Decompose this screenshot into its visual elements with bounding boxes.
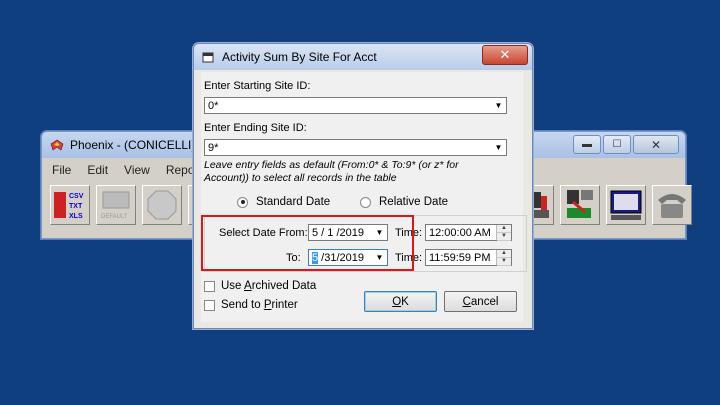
dialog-app-icon	[202, 52, 214, 63]
spin-up-icon[interactable]: ▲	[497, 250, 511, 258]
dialog-body: Enter Starting Site ID: 0* ▼ Enter Endin…	[201, 72, 527, 322]
phoenix-logo-icon	[50, 139, 64, 151]
time-from-field[interactable]: 12:00:00 AM ▲ ▼	[425, 224, 512, 241]
send-to-printer-option[interactable]: Send to Printer	[204, 299, 298, 311]
standard-date-radio[interactable]	[237, 196, 248, 208]
main-close-button[interactable]: ✕	[633, 135, 679, 154]
export-button[interactable]: CSV TXT XLS	[50, 185, 90, 225]
menu-bar: File Edit View Repor	[42, 160, 215, 180]
annotation-highlight-box	[201, 215, 414, 271]
monitor-button[interactable]	[606, 185, 646, 225]
hint-text: Leave entry fields as default (From:0* &…	[204, 159, 459, 184]
send-to-printer-checkbox[interactable]	[204, 299, 215, 311]
money-transfer-icon	[567, 190, 593, 218]
starting-site-label: Enter Starting Site ID:	[204, 80, 311, 92]
starting-site-combo[interactable]: 0* ▼	[204, 97, 507, 114]
svg-text:XLS: XLS	[69, 213, 83, 220]
close-icon: ✕	[650, 137, 662, 152]
dialog-title-bar: Activity Sum By Site For Acct ✕	[194, 44, 532, 70]
minimize-icon: ▬	[582, 139, 592, 150]
svg-text:CSV: CSV	[69, 193, 84, 200]
dialog-title: Activity Sum By Site For Acct	[222, 50, 377, 64]
standard-date-label: Standard Date	[256, 196, 331, 208]
svg-text:TXT: TXT	[69, 203, 83, 210]
ending-site-combo[interactable]: 9* ▼	[204, 139, 507, 156]
telephone-icon	[658, 194, 686, 218]
time-from-spinner[interactable]: ▲ ▼	[496, 225, 511, 241]
relative-date-label: Relative Date	[379, 196, 449, 208]
dialog-close-button[interactable]: ✕	[482, 45, 528, 65]
phone-button[interactable]	[652, 185, 692, 225]
standard-date-option[interactable]: Standard Date	[237, 196, 330, 208]
ok-button[interactable]: OK	[364, 291, 437, 312]
time-to-value: 11:59:59 PM	[429, 252, 491, 264]
monitor-icon	[610, 190, 642, 220]
chevron-down-icon[interactable]: ▼	[492, 141, 505, 154]
stop-sign-icon	[147, 190, 177, 220]
send-to-printer-label: Send to Printer	[221, 299, 298, 311]
spin-down-icon[interactable]: ▼	[497, 233, 511, 241]
menu-file[interactable]: File	[52, 160, 71, 180]
relative-date-option[interactable]: Relative Date	[360, 196, 448, 208]
maximize-icon: ☐	[612, 139, 622, 150]
default-button[interactable]: DEFAULT	[96, 185, 136, 225]
money-transfer-button[interactable]	[560, 185, 600, 225]
stop-button[interactable]	[142, 185, 182, 225]
menu-view[interactable]: View	[124, 160, 150, 180]
use-archived-option[interactable]: Use Archived Data	[204, 280, 316, 292]
main-window-title: Phoenix - (CONICELLI)	[70, 138, 196, 152]
chevron-down-icon[interactable]: ▼	[492, 99, 505, 112]
time-to-field[interactable]: 11:59:59 PM ▲ ▼	[425, 249, 512, 266]
export-csv-txt-xls-icon: CSV TXT XLS	[54, 192, 84, 220]
svg-text:DEFAULT: DEFAULT	[101, 214, 128, 220]
ending-site-label: Enter Ending Site ID:	[204, 122, 307, 134]
activity-sum-dialog: Activity Sum By Site For Acct ✕ Enter St…	[193, 43, 533, 329]
cancel-button[interactable]: Cancel	[444, 291, 517, 312]
minimize-button[interactable]: ▬	[573, 135, 601, 154]
relative-date-radio[interactable]	[360, 196, 371, 208]
maximize-button[interactable]: ☐	[603, 135, 631, 154]
default-icon: DEFAULT	[101, 191, 130, 220]
spin-down-icon[interactable]: ▼	[497, 258, 511, 266]
time-to-spinner[interactable]: ▲ ▼	[496, 250, 511, 266]
menu-edit[interactable]: Edit	[87, 160, 108, 180]
close-icon: ✕	[499, 47, 511, 62]
spin-up-icon[interactable]: ▲	[497, 225, 511, 233]
ending-site-value: 9*	[208, 142, 219, 154]
use-archived-label: Use Archived Data	[221, 280, 317, 292]
use-archived-checkbox[interactable]	[204, 280, 215, 292]
starting-site-value: 0*	[208, 100, 219, 112]
time-from-value: 12:00:00 AM	[429, 227, 491, 239]
